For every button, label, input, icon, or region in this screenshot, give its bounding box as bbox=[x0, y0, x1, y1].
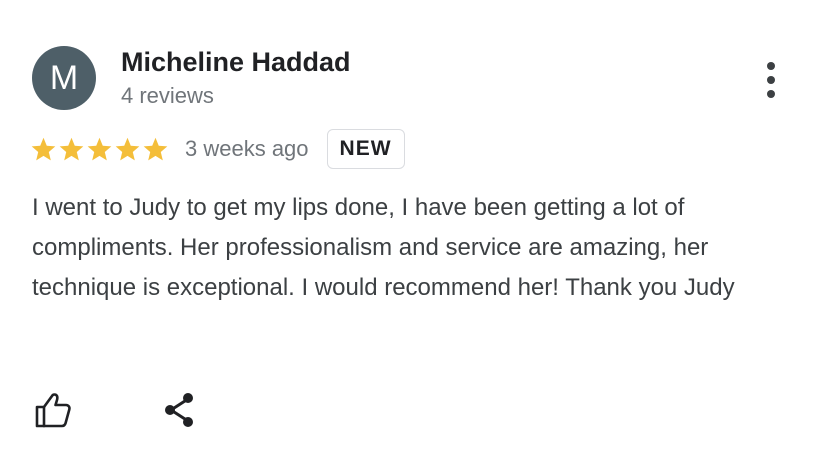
review-card: M Micheline Haddad 4 reviews 3 weeks ago… bbox=[0, 0, 818, 465]
review-text: I went to Judy to get my lips done, I ha… bbox=[32, 194, 735, 301]
review-count[interactable]: 4 reviews bbox=[121, 83, 214, 109]
new-badge: NEW bbox=[326, 129, 405, 169]
reviewer-name[interactable]: Micheline Haddad bbox=[121, 47, 351, 78]
review-date: 3 weeks ago bbox=[185, 136, 309, 161]
share-icon bbox=[158, 388, 202, 432]
star-rating bbox=[30, 136, 170, 162]
star-icon bbox=[115, 137, 140, 161]
star-icon bbox=[143, 137, 168, 161]
avatar-letter: M bbox=[49, 59, 79, 97]
star-icon bbox=[59, 137, 84, 161]
more-options-button[interactable] bbox=[752, 58, 792, 102]
thumb-up-icon bbox=[31, 388, 75, 432]
rating-row: 3 weeks ago NEW bbox=[30, 128, 405, 170]
avatar[interactable]: M bbox=[32, 46, 96, 110]
star-icon bbox=[31, 137, 56, 161]
star-icon bbox=[87, 137, 112, 161]
share-button[interactable] bbox=[158, 388, 202, 432]
like-button[interactable] bbox=[31, 388, 75, 432]
